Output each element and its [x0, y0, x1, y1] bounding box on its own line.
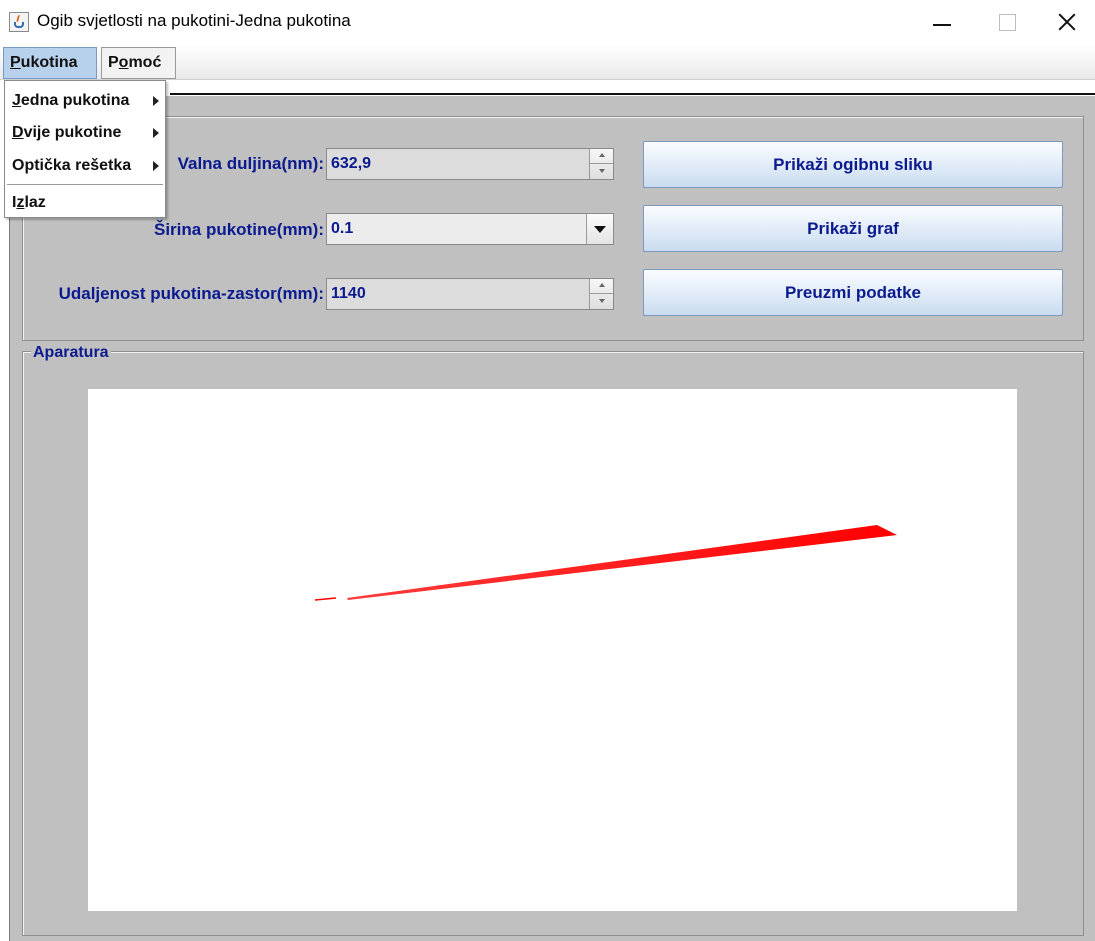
slit-width-label: Širina pukotine(mm): [153, 220, 324, 239]
menu-item-dvije-pukotine[interactable]: Dvije pukotine [5, 118, 165, 148]
distance-spinner-buttons[interactable] [589, 279, 613, 309]
menu-divider [7, 184, 163, 185]
wavelength-spinner-buttons[interactable] [589, 149, 613, 179]
spin-up-icon[interactable] [599, 283, 605, 287]
apparatus-drawing [314, 525, 897, 601]
window-title: Ogib svjetlosti na pukotini-Jedna pukoti… [37, 11, 351, 30]
wavelength-value: 632,9 [331, 155, 372, 172]
menu-item-jedna-mnemonic: J [12, 92, 21, 109]
menu-separator-line [170, 93, 1095, 95]
menu-pukotina[interactable]: Pukotina [3, 47, 97, 79]
menu-item-dvije-label: vije pukotine [23, 124, 122, 141]
laser-beam-segment [314, 597, 337, 601]
distance-label: Udaljenost pukotina-zastor(mm): [58, 284, 324, 303]
menu-item-izlaz-label: laz [24, 194, 46, 211]
maximize-icon[interactable] [979, 0, 1035, 44]
menu-pomoc-mnemonic: o [118, 54, 129, 71]
java-app-icon [9, 12, 29, 32]
load-data-button[interactable]: Preuzmi podatke [643, 269, 1063, 316]
submenu-arrow-icon [153, 96, 159, 106]
title-bar: Ogib svjetlosti na pukotini-Jedna pukoti… [0, 0, 1095, 44]
menu-bar: Pukotina Pomoć [0, 44, 1095, 80]
menu-pukotina-label: ukotina [20, 54, 78, 71]
pukotina-dropdown-menu: Jedna pukotina Dvije pukotine Optička re… [4, 80, 166, 218]
diffracted-beam [347, 525, 897, 600]
submenu-arrow-icon [153, 128, 159, 138]
menu-pomoc[interactable]: Pomoć [101, 47, 176, 79]
menu-pukotina-mnemonic: P [10, 54, 21, 71]
slit-width-combo[interactable]: 0.1 [326, 213, 614, 245]
menu-item-jedna-label: edna pukotina [20, 92, 130, 109]
show-graph-button[interactable]: Prikaži graf [643, 205, 1063, 252]
spin-up-icon[interactable] [599, 153, 605, 157]
menu-pomoc-label-post: moć [128, 54, 162, 71]
menu-item-jedna-pukotina[interactable]: Jedna pukotina [5, 86, 165, 116]
menu-pomoc-label-pre: P [108, 54, 119, 71]
apparatus-canvas [88, 389, 1017, 911]
close-icon[interactable] [1040, 0, 1095, 44]
distance-value: 1140 [331, 285, 366, 302]
slit-width-value: 0.1 [331, 220, 354, 237]
slit-width-dropdown-button[interactable] [586, 214, 613, 244]
spin-down-icon[interactable] [599, 169, 605, 173]
wavelength-spinner[interactable]: 632,9 [326, 148, 614, 180]
submenu-arrow-icon [153, 161, 159, 171]
apparatus-legend: Aparatura [31, 344, 111, 362]
chevron-down-icon [594, 226, 606, 233]
menu-item-opticka-label: Optička rešetka [12, 157, 132, 174]
distance-spinner[interactable]: 1140 [326, 278, 614, 310]
menu-item-dvije-mnemonic: D [12, 124, 24, 141]
menu-item-izlaz[interactable]: Izlaz [5, 188, 165, 218]
minimize-icon[interactable] [915, 0, 971, 44]
show-pattern-button[interactable]: Prikaži ogibnu sliku [643, 141, 1063, 188]
menu-item-opticka-resetka[interactable]: Optička rešetka [5, 151, 165, 181]
spin-down-icon[interactable] [599, 299, 605, 303]
